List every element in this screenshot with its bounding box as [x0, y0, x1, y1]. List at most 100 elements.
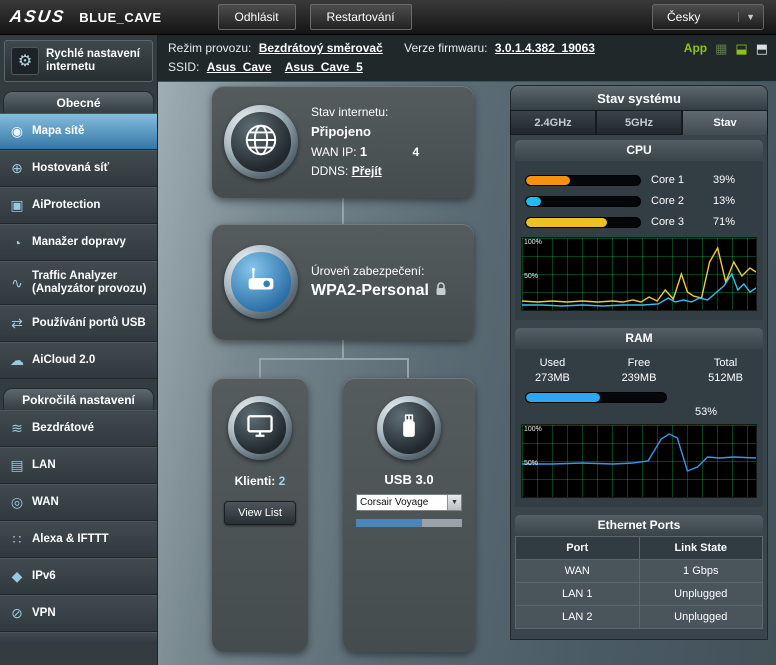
ram-stats: Used 273MB Free 239MB Total 512MB [521, 356, 757, 384]
sidebar-item-wan[interactable]: ◎ WAN [0, 484, 157, 521]
table-row: WAN 1 Gbps [516, 560, 763, 583]
sidebar-item-lan[interactable]: ▤ LAN [0, 447, 157, 484]
tab-5ghz[interactable]: 5GHz [596, 110, 682, 135]
info-bar: Režim provozu: Bezdrátový směrovač Verze… [158, 35, 776, 82]
core1-fill [526, 176, 570, 185]
usb-drive-icon [394, 411, 424, 446]
logout-button[interactable]: Odhlásit [218, 4, 296, 30]
ram-line-blue [522, 434, 756, 471]
usb-card[interactable]: USB 3.0 Corsair Voyage ▼ [343, 378, 475, 652]
clients-label: Klienti: [235, 474, 276, 488]
clients-card[interactable]: Klienti: 2 View List [212, 378, 308, 652]
cpu-core-row: Core 3 71% [521, 216, 757, 228]
usb-device-select[interactable]: Corsair Voyage ▼ [356, 494, 462, 511]
sidebar-item-ipv6[interactable]: ◆ IPv6 [0, 558, 157, 595]
cpu-section-title: CPU [515, 140, 763, 161]
core1-track [525, 175, 641, 186]
ram-section-title: RAM [515, 328, 763, 349]
chevron-down-icon: ▼ [738, 12, 755, 22]
security-level-value: WPA2-Personal [311, 282, 429, 300]
wan-ip-value: 1 [360, 144, 367, 159]
internet-globe-button[interactable] [224, 105, 298, 179]
sidebar-item-aiprotection[interactable]: ▣ AiProtection [0, 187, 157, 224]
wifi-icon: ≋ [6, 420, 28, 437]
status-body: CPU Core 1 39% Core 2 13% [510, 135, 768, 640]
usb-usage-bar [356, 519, 462, 527]
monitor-status-icon[interactable]: ⬒ [756, 42, 768, 55]
sidebar-item-traffic-analyzer[interactable]: ∿ Traffic Analyzer (Analyzátor provozu) [0, 261, 157, 305]
sidebar-item-wireless[interactable]: ≋ Bezdrátové [0, 410, 157, 447]
quick-setup-label: Rychlé nastavení internetu [46, 48, 146, 74]
port-cell: LAN 2 [516, 606, 640, 629]
view-list-button[interactable]: View List [224, 501, 296, 525]
router-button[interactable] [224, 245, 298, 319]
client-monitor-icon[interactable]: ⬓ [735, 42, 747, 55]
state-cell: Unplugged [639, 606, 763, 629]
core3-fill [526, 218, 607, 227]
system-status-panel: Stav systému 2.4GHz 5GHz Stav CPU Core 1… [510, 85, 768, 640]
operation-mode-link[interactable]: Bezdrátový směrovač [259, 41, 383, 55]
network-map-icon: ◉ [6, 123, 28, 140]
connector-line [342, 340, 344, 358]
sidebar-item-aicloud[interactable]: ☁ AiCloud 2.0 [0, 342, 157, 379]
ram-usage-bar [525, 392, 667, 403]
cpu-core-row: Core 1 39% [521, 174, 757, 186]
ddns-go-link[interactable]: Přejít [352, 164, 382, 178]
connector-line [407, 358, 409, 378]
sidebar-item-cutoff[interactable] [0, 632, 157, 644]
cpu-usage-graph: 100% 50% [521, 237, 757, 311]
globe-icon: ◎ [6, 494, 28, 511]
sidebar-quick-setup[interactable]: ⚙ Rychlé nastavení internetu [4, 40, 153, 82]
router-icon [242, 261, 280, 304]
infobar-icons: App ▦ ⬓ ⬒ [684, 41, 768, 55]
sidebar-item-network-map[interactable]: ◉ Mapa sítě [0, 113, 157, 150]
internet-status-value: Připojeno [311, 122, 419, 142]
usb-device-button[interactable] [377, 396, 441, 460]
router-name: BLUE_CAVE [79, 10, 161, 25]
sidebar-item-guest-network[interactable]: ⊕ Hostovaná síť [0, 150, 157, 187]
sidebar-section-general: Obecné [3, 91, 154, 113]
sidebar-item-usb-application[interactable]: ⇄ Používání portů USB [0, 305, 157, 342]
router-admin-page: ASUS BLUE_CAVE Odhlásit Restartování Čes… [0, 0, 776, 665]
app-link[interactable]: App [684, 41, 707, 55]
globe-icon [242, 121, 280, 164]
cpu-core-row: Core 2 13% [521, 195, 757, 207]
table-row: LAN 1 Unplugged [516, 583, 763, 606]
operation-mode-label: Režim provozu: [168, 41, 251, 55]
lan-icon: ▤ [6, 457, 28, 474]
ram-percent: 53% [521, 406, 717, 418]
sidebar-section-advanced: Pokročilá nastavení [3, 388, 154, 410]
ssid-24-link[interactable]: Asus_Cave [207, 60, 272, 74]
usb-icon: ⇄ [6, 315, 28, 332]
connector-line [342, 198, 344, 224]
internet-status-card[interactable]: Stav internetu: Připojeno WAN IP: 1 4 DD… [212, 86, 474, 198]
quick-setup-icon: ⚙ [11, 47, 39, 75]
tab-24ghz[interactable]: 2.4GHz [510, 110, 596, 135]
cloud-icon: ☁ [6, 352, 28, 369]
clients-count[interactable]: 2 [279, 474, 286, 488]
ssid-5-link[interactable]: Asus_Cave_5 [285, 60, 363, 74]
ssid-row: SSID: Asus_Cave Asus_Cave_5 [168, 60, 768, 74]
ram-free: Free 239MB [622, 357, 657, 384]
firmware-version-link[interactable]: 3.0.1.4.382_19063 [495, 41, 595, 55]
tab-status[interactable]: Stav [682, 110, 768, 135]
language-selector[interactable]: Česky ▼ [652, 4, 764, 30]
language-label: Česky [667, 10, 700, 24]
sidebar-item-alexa-ifttt[interactable]: ∷ Alexa & IFTTT [0, 521, 157, 558]
wan-ip-row: WAN IP: 1 4 [311, 142, 419, 162]
sidebar-item-vpn[interactable]: ⊘ VPN [0, 595, 157, 632]
ram-used: Used 273MB [535, 357, 570, 384]
usb-usage-fill [356, 519, 422, 527]
ram-usage-graph: 100% 50% [521, 424, 757, 498]
ddns-label: DDNS: [311, 164, 348, 178]
sidebar-item-traffic-manager[interactable]: ◔ Manažer dopravy [0, 224, 157, 261]
col-port: Port [516, 537, 640, 560]
security-card[interactable]: Úroveň zabezpečení: WPA2-Personal [212, 224, 474, 340]
guest-network-icon: ⊕ [6, 160, 28, 177]
monitor-icon [244, 410, 276, 447]
cpu-section: Core 1 39% Core 2 13% Core [515, 161, 763, 320]
reboot-button[interactable]: Restartování [310, 4, 412, 30]
clients-button[interactable] [228, 396, 292, 460]
app-grid-icon[interactable]: ▦ [715, 42, 727, 55]
ram-section: Used 273MB Free 239MB Total 512MB [515, 349, 763, 507]
